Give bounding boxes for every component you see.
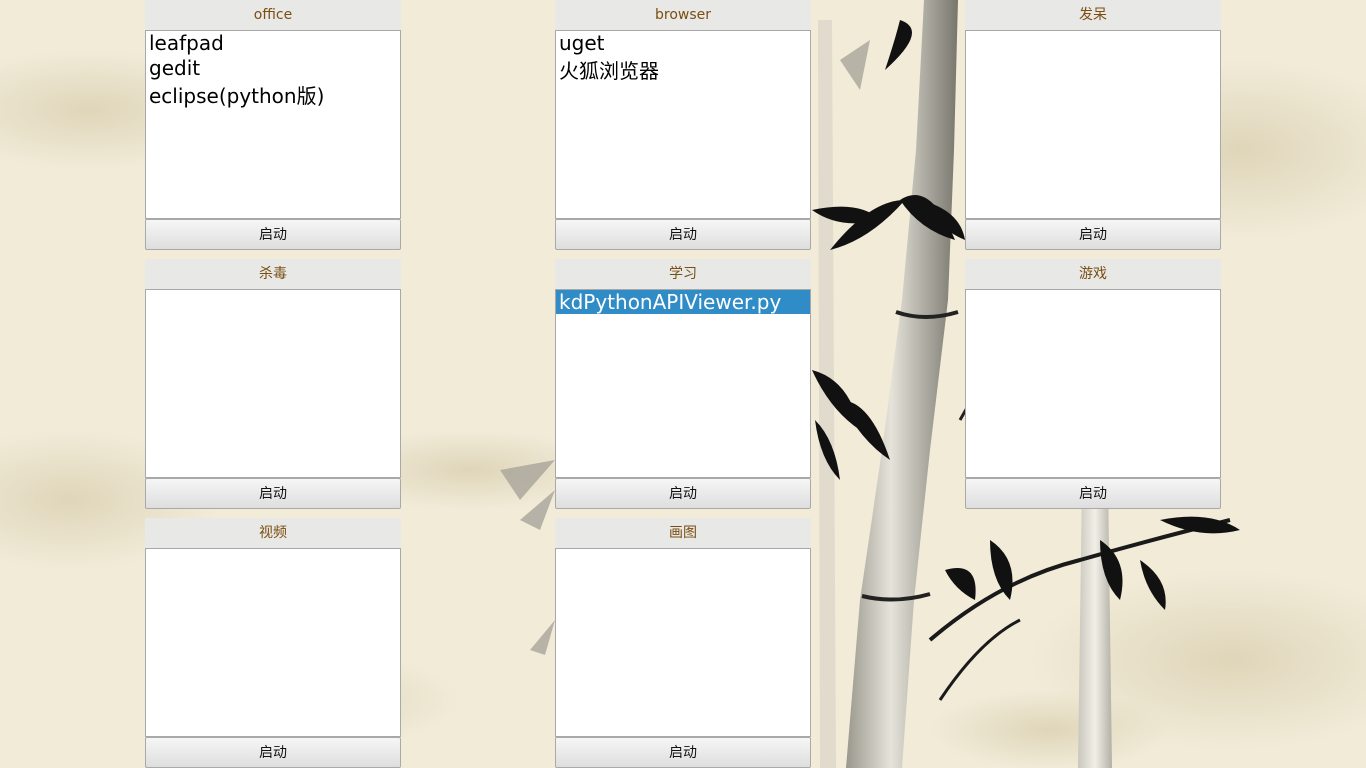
app-list[interactable]	[555, 548, 811, 737]
app-list[interactable]	[965, 30, 1221, 219]
app-list[interactable]	[965, 289, 1221, 478]
panel-title: 视频	[145, 518, 401, 548]
launch-button[interactable]: 启动	[145, 219, 401, 250]
panel-title: 杀毒	[145, 259, 401, 289]
launch-button[interactable]: 启动	[965, 478, 1221, 509]
launcher-panel-idle: 发呆 启动	[965, 0, 1221, 250]
launch-button[interactable]: 启动	[555, 478, 811, 509]
app-list[interactable]: uget 火狐浏览器	[555, 30, 811, 219]
panel-title: 学习	[555, 259, 811, 289]
app-list[interactable]: leafpad gedit eclipse(python版)	[145, 30, 401, 219]
app-list[interactable]: kdPythonAPIViewer.py	[555, 289, 811, 478]
launch-button[interactable]: 启动	[145, 737, 401, 768]
panel-title: office	[145, 0, 401, 30]
list-item[interactable]: 火狐浏览器	[556, 56, 810, 85]
panel-title: 游戏	[965, 259, 1221, 289]
panel-title: browser	[555, 0, 811, 30]
launch-button[interactable]: 启动	[555, 737, 811, 768]
launcher-panel-antivirus: 杀毒 启动	[145, 259, 401, 509]
app-list[interactable]	[145, 289, 401, 478]
launch-button[interactable]: 启动	[555, 219, 811, 250]
panel-title: 画图	[555, 518, 811, 548]
list-item[interactable]: uget	[556, 31, 810, 56]
list-item[interactable]: gedit	[146, 56, 400, 81]
launcher-panel-browser: browser uget 火狐浏览器 启动	[555, 0, 811, 250]
list-item[interactable]: eclipse(python版)	[146, 81, 400, 110]
launcher-panel-games: 游戏 启动	[965, 259, 1221, 509]
list-item-selected[interactable]: kdPythonAPIViewer.py	[556, 290, 810, 314]
panel-title: 发呆	[965, 0, 1221, 30]
list-item[interactable]: leafpad	[146, 31, 400, 56]
launch-button[interactable]: 启动	[965, 219, 1221, 250]
launcher-panel-study: 学习 kdPythonAPIViewer.py 启动	[555, 259, 811, 509]
launcher-panel-video: 视频 启动	[145, 518, 401, 768]
launch-button[interactable]: 启动	[145, 478, 401, 509]
launcher-panel-office: office leafpad gedit eclipse(python版) 启动	[145, 0, 401, 250]
launcher-panel-drawing: 画图 启动	[555, 518, 811, 768]
app-list[interactable]	[145, 548, 401, 737]
